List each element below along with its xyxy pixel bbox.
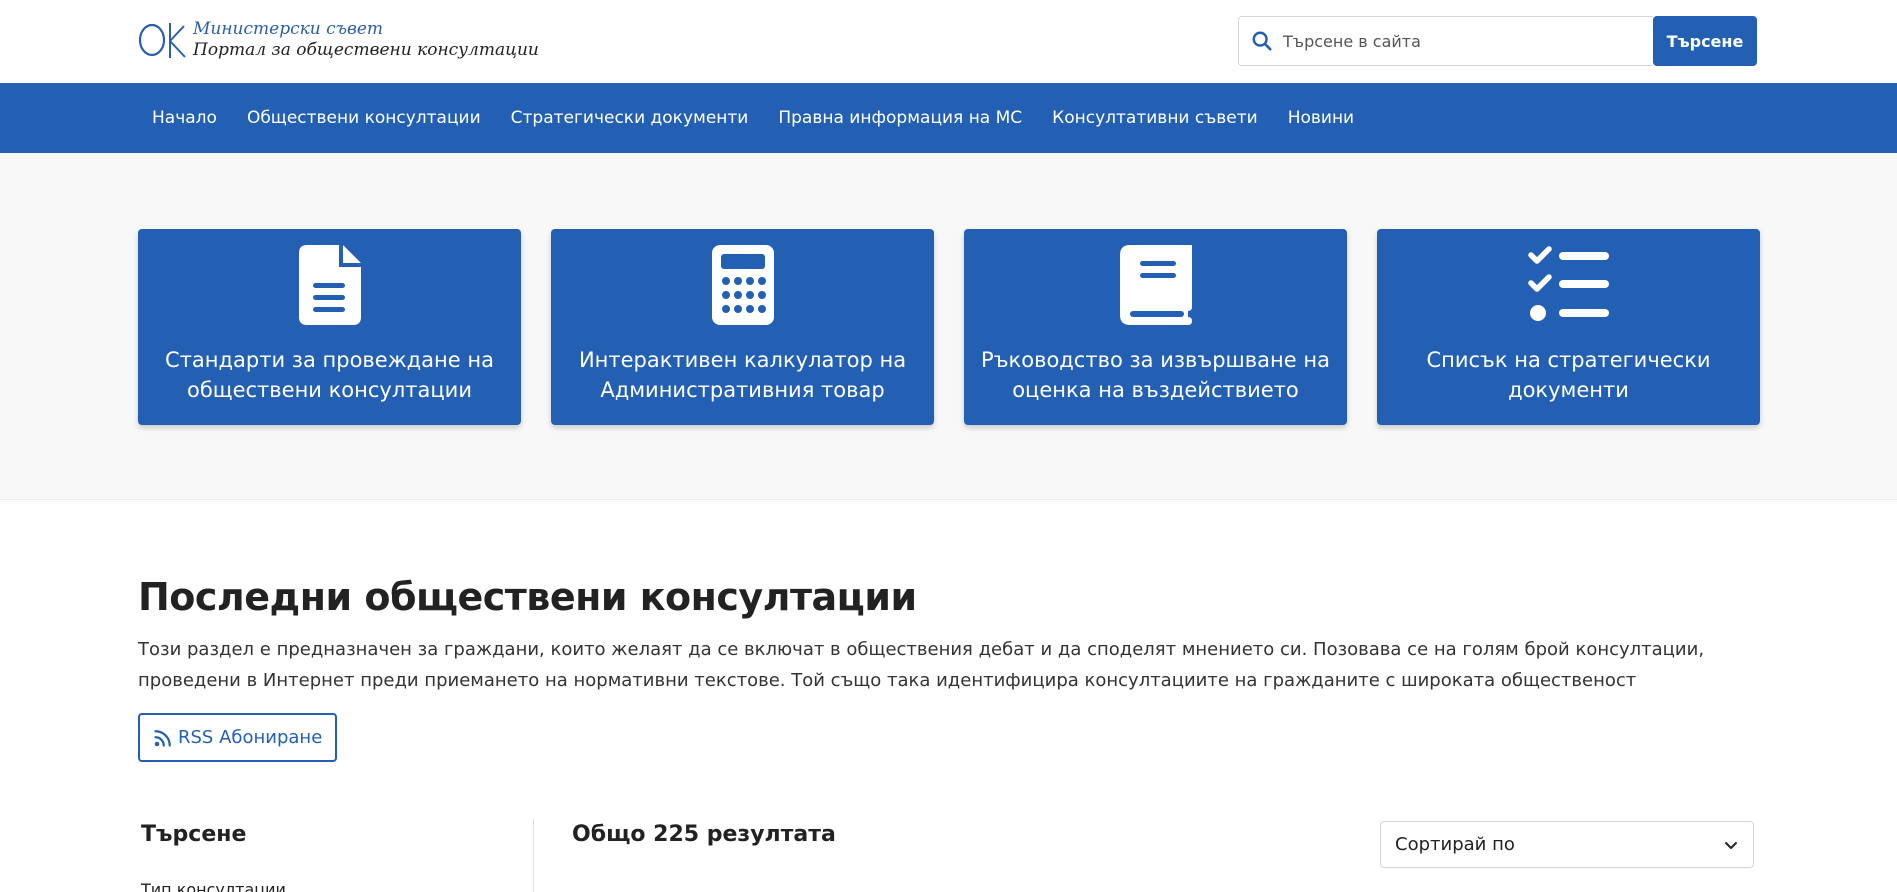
sort-select-value: Сортирай по xyxy=(1395,834,1515,855)
nav-item-home[interactable]: Начало xyxy=(137,108,232,128)
chevron-down-icon xyxy=(1725,841,1737,849)
card-label: Стандарти за провеждане на обществени ко… xyxy=(165,348,494,402)
card-strategic-documents-list[interactable]: Списък на стратегически документи xyxy=(1377,229,1760,425)
card-label: Интерактивен калкулатор на Административ… xyxy=(578,348,907,402)
rss-subscribe-button[interactable]: RSS Абониране xyxy=(138,713,337,762)
search-icon xyxy=(1252,31,1272,51)
logo-text: Министерски съвет Портал за обществени к… xyxy=(193,19,539,61)
column-divider xyxy=(533,820,534,892)
logo-line-portal: Портал за обществени консултации xyxy=(193,40,539,60)
results-count: Общо 225 резултата xyxy=(572,822,836,847)
main-nav: Начало Обществени консултации Стратегиче… xyxy=(0,83,1897,153)
nav-item-strategic-documents[interactable]: Стратегически документи xyxy=(496,108,764,128)
file-icon xyxy=(298,245,361,325)
card-impact-assessment-guide[interactable]: Ръководство за извършване на оценка на в… xyxy=(964,229,1347,425)
logo-mark-icon xyxy=(137,18,189,62)
card-label: Ръководство за извършване на оценка на в… xyxy=(981,348,1330,402)
calculator-icon xyxy=(711,245,774,325)
search-button[interactable]: Търсене xyxy=(1653,16,1757,66)
nav-item-legal-information[interactable]: Правна информация на МС xyxy=(763,108,1037,128)
section-title: Последни обществени консултации xyxy=(138,575,917,619)
search-input[interactable] xyxy=(1283,31,1643,51)
checklist-icon xyxy=(1527,246,1609,321)
search-box xyxy=(1238,16,1653,66)
rss-icon xyxy=(154,729,171,747)
sort-select[interactable]: Сортирай по xyxy=(1380,821,1754,868)
book-icon xyxy=(1119,245,1192,325)
filter-consultation-type-label: Тип консултации xyxy=(141,880,286,892)
card-label: Списък на стратегически документи xyxy=(1426,348,1711,402)
section-description: Този раздел е предназначен за граждани, … xyxy=(138,639,1705,691)
nav-item-news[interactable]: Новини xyxy=(1273,108,1369,128)
card-admin-burden-calculator[interactable]: Интерактивен калкулатор на Административ… xyxy=(551,229,934,425)
site-logo[interactable]: Министерски съвет Портал за обществени к… xyxy=(137,18,539,62)
logo-line-ministry: Министерски съвет xyxy=(193,19,384,39)
site-search: Търсене xyxy=(1238,16,1757,66)
site-header: Министерски съвет Портал за обществени к… xyxy=(0,0,1897,83)
filter-panel-title: Търсене xyxy=(141,822,247,847)
rss-button-label: RSS Абониране xyxy=(178,727,323,748)
card-consultation-standards[interactable]: Стандарти за провеждане на обществени ко… xyxy=(138,229,521,425)
hero-section: Стандарти за провеждане на обществени ко… xyxy=(0,153,1897,500)
nav-item-advisory-councils[interactable]: Консултативни съвети xyxy=(1037,108,1273,128)
nav-item-public-consultations[interactable]: Обществени консултации xyxy=(232,108,496,128)
